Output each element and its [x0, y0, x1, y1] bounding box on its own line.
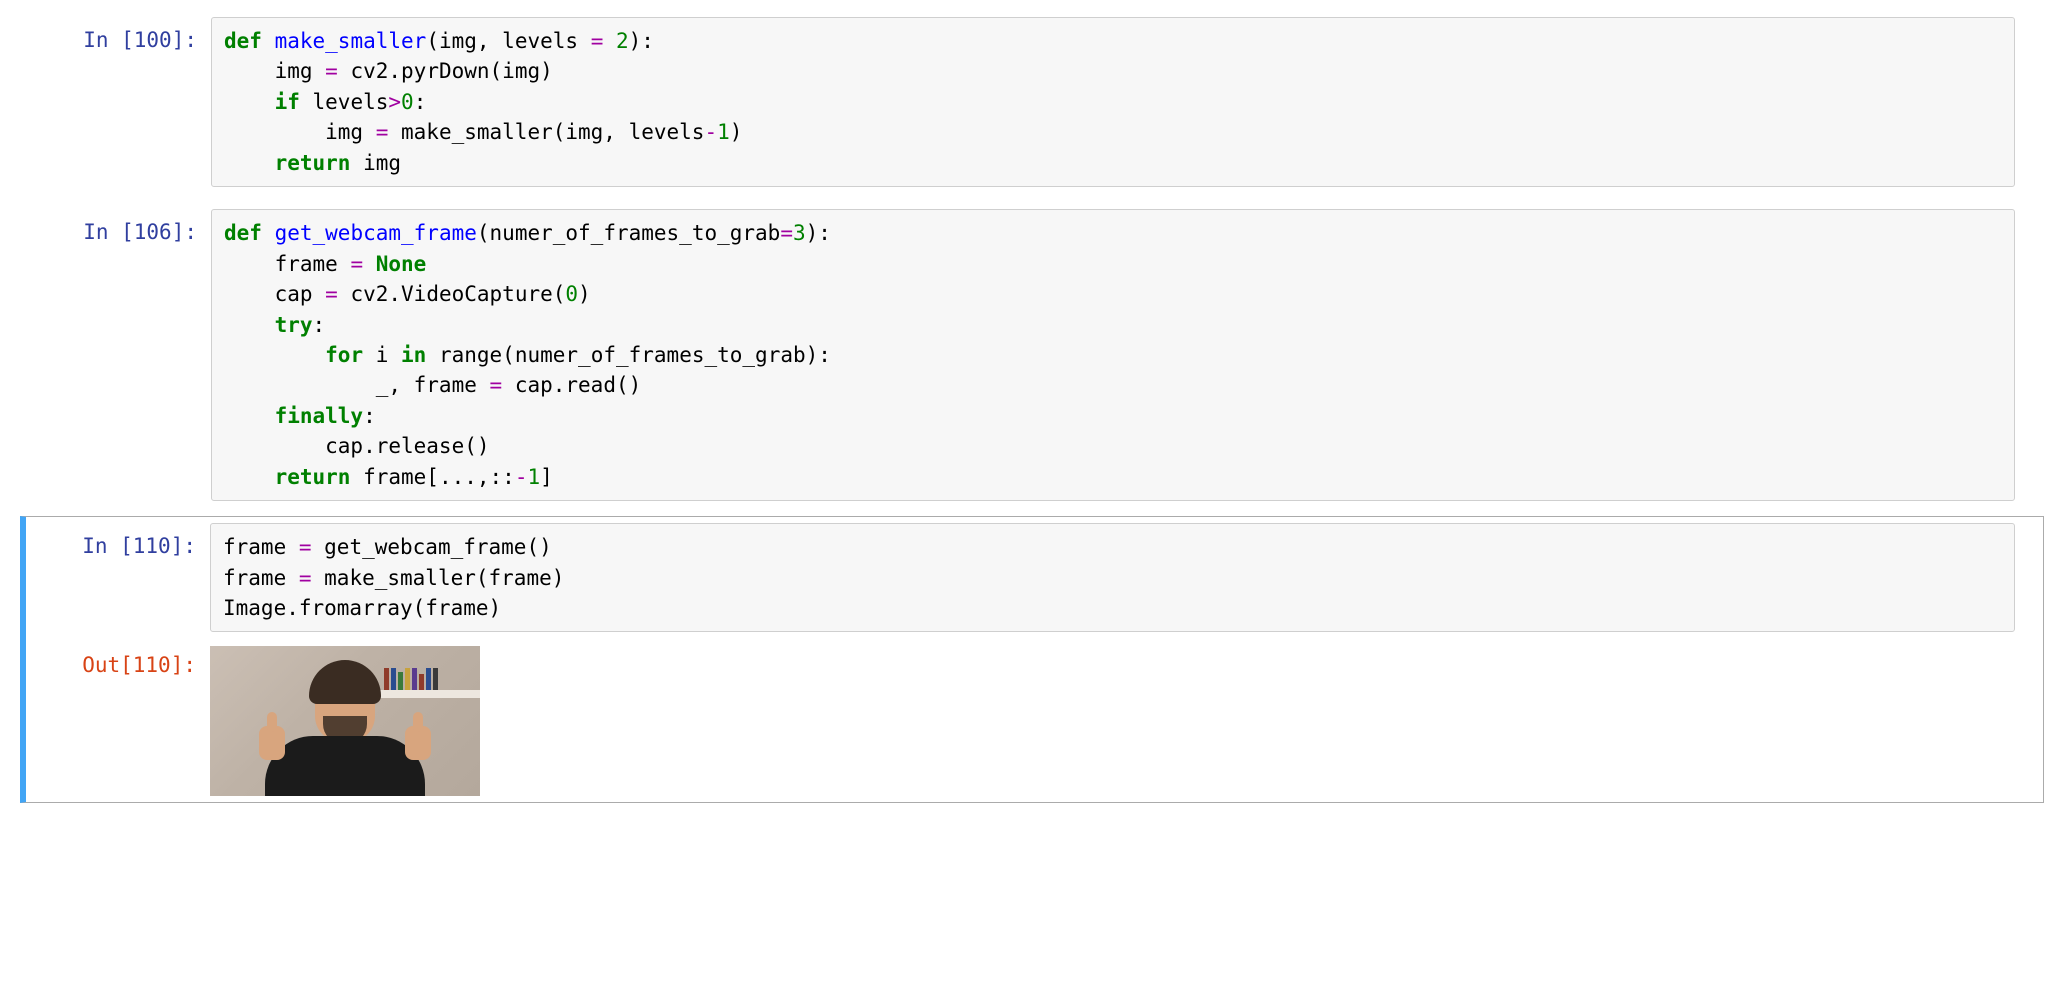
cell-input-row: In [100]: def make_smaller(img, levels = …	[21, 17, 2035, 187]
code-source[interactable]: frame = get_webcam_frame() frame = make_…	[223, 532, 2002, 623]
code-source[interactable]: def get_webcam_frame(numer_of_frames_to_…	[224, 218, 2002, 492]
cell-output-row: Out[110]:	[26, 642, 2035, 796]
output-image	[210, 646, 480, 796]
code-source[interactable]: def make_smaller(img, levels = 2): img =…	[224, 26, 2002, 178]
code-input-area[interactable]: def get_webcam_frame(numer_of_frames_to_…	[211, 209, 2015, 501]
code-cell[interactable]: In [100]: def make_smaller(img, levels = …	[20, 10, 2044, 194]
code-cell[interactable]: In [110]: frame = get_webcam_frame() fram…	[20, 516, 2044, 803]
code-input-area[interactable]: frame = get_webcam_frame() frame = make_…	[210, 523, 2015, 632]
notebook-container: In [100]: def make_smaller(img, levels = …	[0, 0, 2064, 851]
cell-input-row: In [106]: def get_webcam_frame(numer_of_f…	[21, 209, 2035, 501]
cell-input-row: In [110]:frame = get_webcam_frame() fram…	[26, 523, 2035, 632]
input-prompt: In [100]:	[21, 17, 211, 54]
code-input-area[interactable]: def make_smaller(img, levels = 2): img =…	[211, 17, 2015, 187]
input-prompt: In [106]:	[21, 209, 211, 246]
output-area	[210, 642, 2035, 796]
output-prompt: Out[110]:	[20, 642, 210, 679]
input-prompt: In [110]:	[20, 523, 210, 560]
code-cell[interactable]: In [106]: def get_webcam_frame(numer_of_f…	[20, 202, 2044, 508]
